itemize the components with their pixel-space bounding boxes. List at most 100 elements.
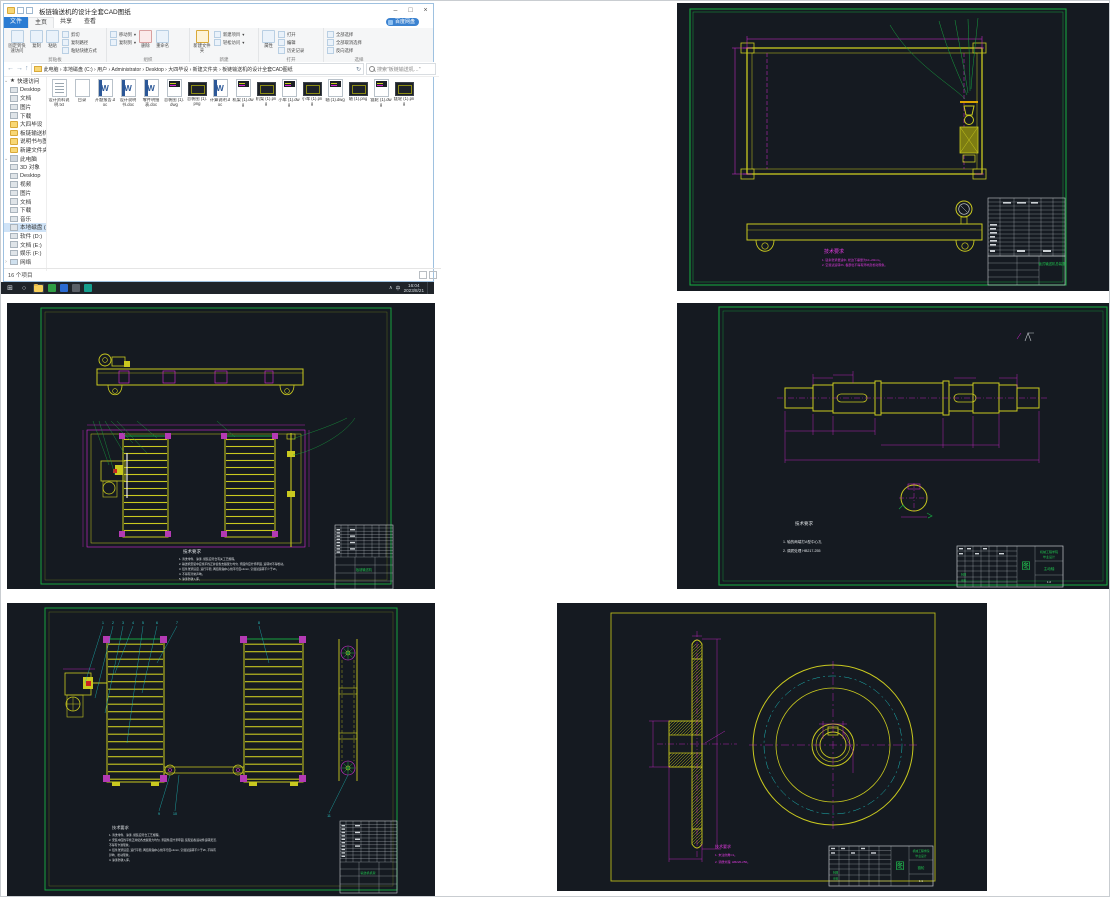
clock[interactable]: 16:04 2023/8/21: [404, 283, 424, 293]
sidebar-item-pictures[interactable]: 图片: [4, 103, 46, 112]
tab-file[interactable]: 文件: [4, 17, 28, 28]
quick-access-toolbar[interactable]: [4, 7, 33, 14]
system-tray[interactable]: ∧ 中 16:04 2023/8/21: [389, 282, 430, 294]
thumbnail-view-button[interactable]: [429, 271, 437, 279]
cut-button[interactable]: 剪切: [62, 31, 97, 38]
forward-button[interactable]: →: [16, 63, 23, 75]
file-item[interactable]: 轴 (1).png: [347, 79, 369, 102]
move-to-button[interactable]: 移动到▾: [110, 31, 136, 38]
paste-icon: [46, 30, 59, 43]
sidebar-item-documents[interactable]: 文档: [4, 94, 46, 103]
file-item[interactable]: 零件明细表.doc: [140, 79, 162, 107]
sidebar-item-music[interactable]: 音乐: [4, 215, 46, 224]
sidebar-item-desktop2[interactable]: Desktop: [4, 172, 46, 181]
copy-path-button[interactable]: 复制路径: [62, 39, 97, 46]
file-item[interactable]: 机架 (1).png: [255, 79, 277, 106]
file-item[interactable]: 链轮 (1).png: [393, 79, 415, 106]
file-item[interactable]: 目录: [71, 79, 93, 103]
tray-expand-icon[interactable]: ∧: [389, 285, 393, 291]
file-item[interactable]: 小车 (1).png: [301, 79, 323, 106]
status-bar: 16 个项目: [4, 268, 441, 281]
sidebar-item-drive-d[interactable]: 软件 (D:): [4, 232, 46, 241]
sidebar-folder[interactable]: 大四毕设: [4, 120, 46, 129]
sidebar-item-documents2[interactable]: 文档: [4, 197, 46, 206]
list-view-button[interactable]: [419, 271, 427, 279]
invert-selection-button[interactable]: 反向选择: [327, 47, 362, 54]
properties-button[interactable]: 属性: [262, 30, 275, 54]
maximize-button[interactable]: □: [403, 4, 418, 17]
file-item[interactable]: 链轮 (1).dwg: [370, 79, 392, 107]
sidebar-item-videos[interactable]: 视频: [4, 180, 46, 189]
file-item[interactable]: 总装图 (1).png: [186, 79, 208, 106]
new-folder-button[interactable]: 新建文件夹: [193, 30, 211, 54]
taskbar-app-blue[interactable]: [60, 284, 68, 292]
file-item[interactable]: 设计说明书.doc: [117, 79, 139, 107]
taskbar-app-gray[interactable]: [72, 284, 80, 292]
sidebar-item-drive-e[interactable]: 文档 (E:): [4, 240, 46, 249]
up-button[interactable]: ↑: [25, 63, 29, 75]
dwg-file-icon: [374, 79, 389, 97]
paste-button[interactable]: 粘贴: [46, 30, 59, 54]
navigation-pane[interactable]: ⌄★快速访问 Desktop 文档 图片 下载 大四毕设 板链输送机资料 说明书…: [4, 76, 47, 271]
cloud-promo-button[interactable]: 百度网盘: [386, 18, 419, 26]
delete-button[interactable]: 删除: [139, 30, 152, 54]
sidebar-item-network[interactable]: ›网络: [4, 257, 46, 266]
new-item-button[interactable]: 新建项目▾: [214, 31, 244, 38]
sidebar-item-downloads[interactable]: 下载: [4, 111, 46, 120]
back-button[interactable]: ←: [7, 63, 14, 75]
sidebar-folder[interactable]: 板链输送机资料: [4, 129, 46, 138]
edit-button[interactable]: 编辑: [278, 39, 304, 46]
breadcrumb[interactable]: 此电脑 › 本地磁盘 (C:) › 用户 › Administrator › D…: [44, 66, 293, 73]
file-item[interactable]: 开题报告.doc: [94, 79, 116, 107]
file-item[interactable]: 小车 (1).dwg: [278, 79, 300, 107]
svg-text:制图: 制图: [833, 871, 839, 875]
sidebar-this-pc[interactable]: ⌄此电脑: [4, 154, 46, 163]
copy-to-button[interactable]: 复制到▾: [110, 39, 136, 46]
select-none-button[interactable]: 全部取消选择: [327, 39, 362, 46]
refresh-icon[interactable]: ↻: [356, 66, 361, 73]
sidebar-item-pictures2[interactable]: 图片: [4, 189, 46, 198]
file-item[interactable]: 计算说明.doc: [209, 79, 231, 107]
copy-button[interactable]: 复制: [30, 30, 43, 54]
taskbar-app-green[interactable]: [48, 284, 56, 292]
file-item[interactable]: 总装图 (1).dwg: [163, 79, 185, 107]
paste-shortcut-button[interactable]: 粘贴快捷方式: [62, 47, 97, 54]
file-item[interactable]: 轴 (1).dwg: [324, 79, 346, 103]
sidebar-item-local-disk-c[interactable]: 本地磁盘 (C:): [4, 223, 46, 232]
show-desktop-button[interactable]: [427, 282, 430, 294]
address-bar[interactable]: 此电脑 › 本地磁盘 (C:) › 用户 › Administrator › D…: [31, 63, 365, 75]
taskbar-app-teal[interactable]: [84, 284, 92, 292]
select-all-button[interactable]: 全部选择: [327, 31, 362, 38]
sidebar-item-desktop[interactable]: Desktop: [4, 86, 46, 95]
file-item[interactable]: 机架 (1).dwg: [232, 79, 254, 107]
address-bar-row: ← → ↑ 此电脑 › 本地磁盘 (C:) › 用户 › Administrat…: [4, 62, 439, 77]
sidebar-folder[interactable]: 说明书与图纸: [4, 137, 46, 146]
file-item[interactable]: 设计资料说明.txt: [48, 79, 70, 107]
easy-access-button[interactable]: 轻松访问▾: [214, 39, 244, 46]
svg-text:9: 9: [158, 812, 160, 816]
sidebar-item-3d-objects[interactable]: 3D 对象: [4, 163, 46, 172]
ime-indicator[interactable]: 中: [396, 285, 401, 292]
svg-text:11: 11: [327, 814, 331, 818]
qat-button-icon[interactable]: [17, 7, 24, 14]
sidebar-folder[interactable]: 新建文件夹: [4, 146, 46, 155]
history-button[interactable]: 历史记录: [278, 47, 304, 54]
file-list[interactable]: 设计资料说明.txt 目录 开题报告.doc 设计说明书.doc 零件明细表.d…: [47, 76, 433, 276]
taskbar-explorer-button[interactable]: [33, 284, 44, 293]
search-input[interactable]: 搜索"板链输送机…": [366, 63, 436, 75]
sidebar-quick-access[interactable]: ⌄★快速访问: [4, 77, 46, 86]
minimize-button[interactable]: –: [388, 4, 403, 17]
title-bar[interactable]: 板链输送机的设计全套CAD图纸 – □ ×: [4, 4, 433, 17]
tab-view[interactable]: 查看: [78, 17, 102, 28]
pin-quick-access-button[interactable]: 固定到快速访问: [7, 30, 27, 54]
rename-button[interactable]: 重命名: [155, 30, 170, 54]
tab-home[interactable]: 主页: [28, 17, 54, 28]
qat-button-icon2[interactable]: [26, 7, 33, 14]
open-button[interactable]: 打开: [278, 31, 304, 38]
tab-share[interactable]: 共享: [54, 17, 78, 28]
close-button[interactable]: ×: [418, 4, 433, 17]
sidebar-item-downloads2[interactable]: 下载: [4, 206, 46, 215]
start-button[interactable]: ⊞: [5, 283, 15, 293]
cortana-icon[interactable]: ○: [19, 283, 29, 293]
sidebar-item-drive-f[interactable]: 娱乐 (F:): [4, 249, 46, 258]
